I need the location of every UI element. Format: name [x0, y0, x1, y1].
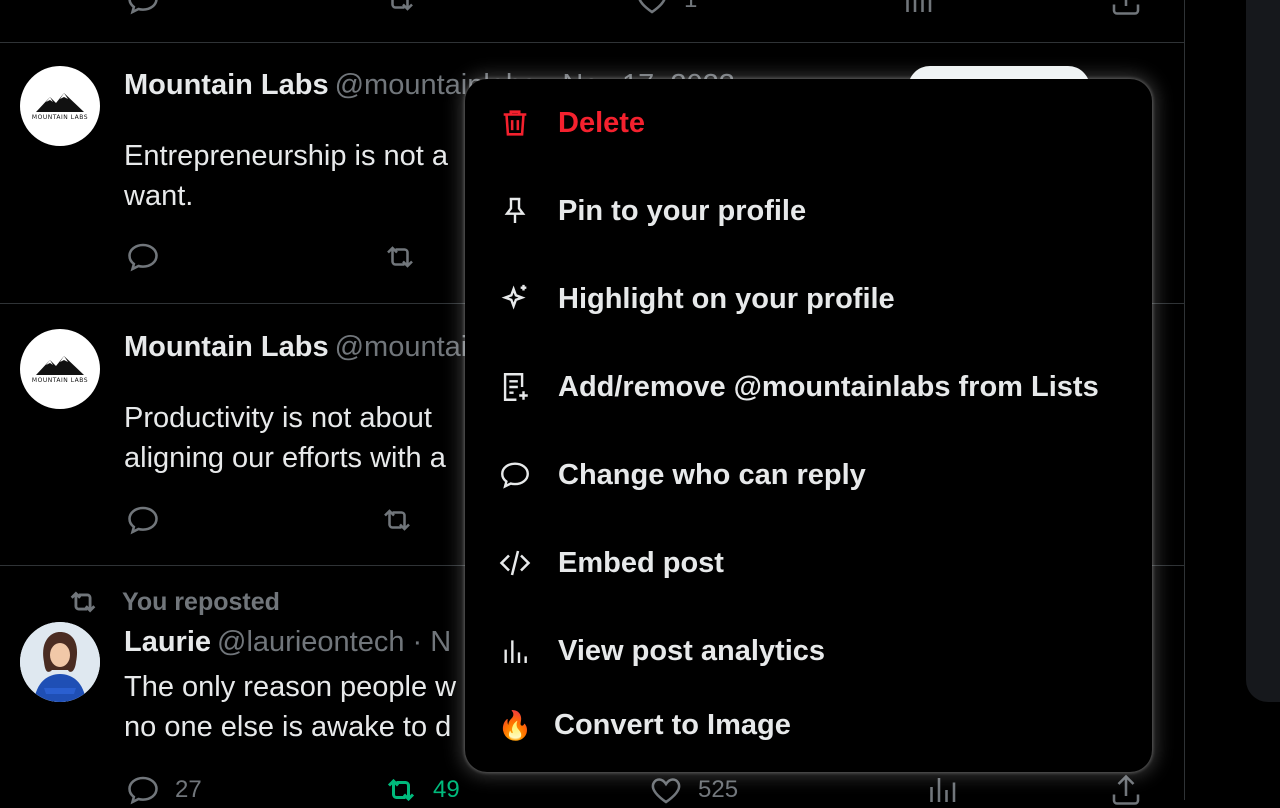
share-icon: [1112, 774, 1140, 805]
repost-icon: [391, 0, 413, 11]
like-count: 1: [684, 0, 697, 14]
reply-icon: [128, 0, 158, 15]
heart-icon: [651, 778, 681, 804]
repost-icon: [387, 778, 415, 802]
avatar[interactable]: MOUNTAIN LABS: [20, 329, 100, 409]
post-text-line: Entrepreneurship is not a: [124, 140, 449, 172]
reply-button[interactable]: [125, 239, 161, 275]
avatar-photo-icon: [20, 622, 100, 702]
menu-item-label: Embed post: [558, 546, 724, 579]
reply-button[interactable]: [125, 502, 161, 538]
menu-item-label: Highlight on your profile: [558, 282, 895, 315]
avatar[interactable]: MOUNTAIN LABS: [20, 66, 100, 146]
like-button[interactable]: 525: [648, 772, 738, 808]
menu-item-label: Convert to Image: [554, 708, 791, 741]
menu-item-highlight[interactable]: Highlight on your profile: [465, 255, 1152, 343]
menu-item-reply-settings[interactable]: Change who can reply: [465, 431, 1152, 519]
avatar[interactable]: [20, 622, 100, 702]
post-text-line: want.: [124, 180, 194, 212]
reply-icon: [128, 776, 158, 805]
sparkle-icon: [497, 281, 533, 317]
right-sidebar-panel: [1246, 0, 1280, 702]
like-button[interactable]: 1: [634, 0, 697, 18]
author-name[interactable]: Laurie: [124, 626, 211, 658]
trash-icon: [497, 105, 533, 141]
repost-button[interactable]: 49: [383, 772, 460, 808]
views-button[interactable]: [900, 0, 936, 18]
reply-button[interactable]: 27: [125, 772, 202, 808]
menu-item-label: Pin to your profile: [558, 194, 807, 227]
menu-item-pin[interactable]: Pin to your profile: [465, 167, 1152, 255]
menu-item-delete[interactable]: Delete: [465, 79, 1152, 167]
heart-icon: [638, 0, 666, 14]
menu-item-convert-image[interactable]: 🔥 Convert to Image: [465, 681, 1152, 769]
repost-icon: [387, 246, 413, 268]
author-name[interactable]: Mountain Labs: [124, 69, 329, 101]
menu-item-lists[interactable]: Add/remove @mountainlabs from Lists: [465, 343, 1152, 431]
share-button[interactable]: [1108, 772, 1144, 808]
author-name[interactable]: Mountain Labs: [124, 331, 329, 363]
menu-item-label: Change who can reply: [558, 458, 866, 491]
reply-icon: [128, 506, 158, 535]
post-author[interactable]: Laurie @laurieontech · N: [124, 626, 451, 659]
repost-button[interactable]: [379, 502, 415, 538]
pin-icon: [497, 193, 533, 229]
code-icon: [497, 545, 533, 581]
analytics-icon: [497, 633, 533, 669]
share-button[interactable]: [1108, 0, 1144, 18]
author-handle[interactable]: @laurieontech · N: [217, 626, 451, 658]
reply-icon: [128, 243, 158, 272]
avatar-logo-text: MOUNTAIN LABS: [31, 377, 89, 384]
fire-icon: 🔥: [497, 709, 533, 741]
reply-button[interactable]: [125, 0, 161, 18]
menu-item-label: Delete: [558, 106, 646, 139]
mountain-logo-icon: [36, 93, 84, 112]
repost-button[interactable]: [382, 239, 418, 275]
bar-chart-icon: [930, 778, 956, 802]
repost-button[interactable]: [382, 0, 418, 18]
post-text-line: no one else is awake to d: [124, 711, 452, 743]
repost-icon: [384, 509, 410, 531]
post-options-menu: Delete Pin to your profile Highlight on …: [465, 79, 1152, 772]
avatar-logo-text: MOUNTAIN LABS: [31, 114, 89, 121]
bar-chart-icon: [906, 0, 932, 12]
views-button[interactable]: [924, 772, 960, 808]
menu-item-label: Add/remove @mountainlabs from Lists: [558, 370, 1099, 403]
list-add-icon: [497, 369, 533, 405]
menu-item-embed[interactable]: Embed post: [465, 519, 1152, 607]
mountain-logo-icon: [36, 356, 84, 375]
menu-item-label: View post analytics: [558, 634, 826, 667]
post-text-line: The only reason people w: [124, 671, 457, 703]
post-text-line: aligning our efforts with a: [124, 442, 446, 474]
reply-bubble-icon: [497, 457, 533, 493]
post-text-line: Productivity is not about: [124, 402, 432, 434]
share-icon: [1112, 0, 1140, 15]
